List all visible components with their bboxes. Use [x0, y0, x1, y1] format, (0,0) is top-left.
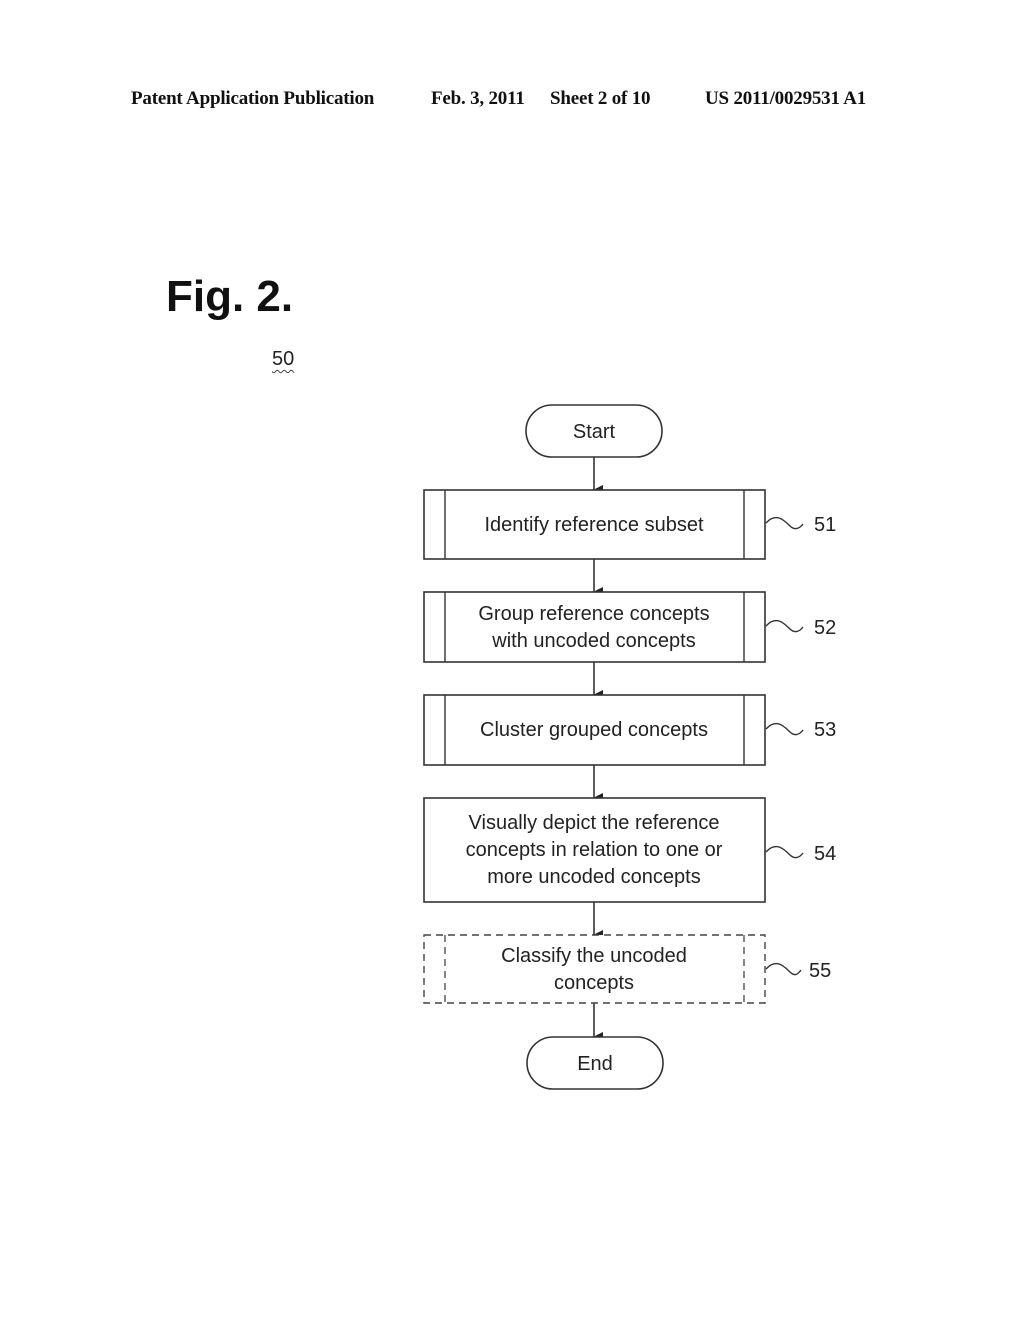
- step-53-box: Cluster grouped concepts: [423, 694, 766, 766]
- step-55-leader-squiggle: [765, 962, 802, 976]
- step-54-ref: 54: [814, 843, 836, 865]
- step-51-box: Identify reference subset: [423, 489, 766, 560]
- step-52-label-line-1: Group reference concepts: [478, 603, 709, 625]
- step-52-box: Group reference concepts with uncoded co…: [423, 591, 766, 663]
- step-54-box: Visually depict the reference concepts i…: [423, 797, 766, 903]
- step-53-label: Cluster grouped concepts: [480, 719, 708, 741]
- step-55-box: Classify the uncoded concepts: [423, 934, 766, 1004]
- step-52-label-line-2: with uncoded concepts: [491, 630, 695, 652]
- end-terminator: End: [526, 1036, 664, 1090]
- step-54-label-line-3: more uncoded concepts: [487, 866, 700, 888]
- step-51-leader-squiggle: [765, 516, 804, 530]
- step-52-leader-squiggle: [765, 619, 804, 633]
- step-51-ref: 51: [814, 514, 836, 536]
- start-label: Start: [573, 421, 616, 443]
- step-53-ref: 53: [814, 719, 836, 741]
- step-54-leader-squiggle: [765, 845, 804, 859]
- step-55-label-line-2: concepts: [554, 972, 634, 994]
- step-55-label-line-1: Classify the uncoded: [501, 945, 687, 967]
- step-51-label: Identify reference subset: [484, 514, 703, 536]
- step-52-ref: 52: [814, 617, 836, 639]
- step-53-leader-squiggle: [765, 722, 804, 736]
- step-55-ref: 55: [809, 960, 831, 982]
- end-label: End: [577, 1053, 613, 1075]
- flowchart: Start Identify reference subset 51 Group…: [423, 404, 836, 1090]
- start-terminator: Start: [525, 404, 663, 458]
- step-54-label-line-1: Visually depict the reference: [469, 812, 720, 834]
- step-54-label-line-2: concepts in relation to one or: [466, 839, 723, 861]
